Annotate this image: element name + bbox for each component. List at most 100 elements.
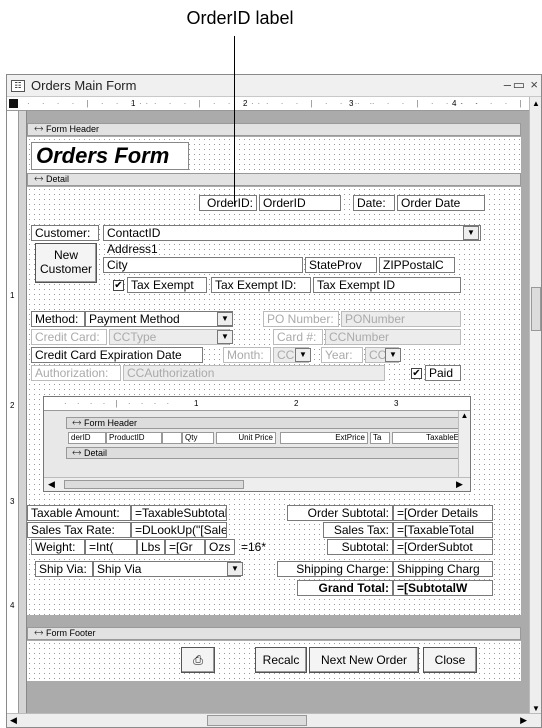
- subtotal-label[interactable]: Subtotal:: [327, 539, 393, 555]
- detail-band[interactable]: 🡘 Detail: [27, 173, 521, 186]
- horizontal-scroll-thumb[interactable]: [207, 715, 307, 726]
- form-horizontal-scrollbar[interactable]: ◀ ▶: [7, 713, 541, 727]
- subform-column-header[interactable]: derID: [68, 432, 106, 444]
- ship-via-label[interactable]: Ship Via:: [35, 561, 93, 577]
- po-number-field[interactable]: PONumber: [341, 311, 461, 327]
- date-field[interactable]: Order Date: [397, 195, 485, 211]
- authorization-label[interactable]: Authorization:: [31, 365, 121, 381]
- month-label[interactable]: Month:: [223, 347, 271, 363]
- order-subtotal-field[interactable]: =[Order Details: [393, 505, 493, 521]
- credit-card-field[interactable]: CCType: [109, 329, 229, 345]
- grams-field[interactable]: =[Gr: [165, 539, 205, 555]
- city-field[interactable]: City: [103, 257, 303, 273]
- next-new-order-button[interactable]: Next New Order: [309, 647, 419, 673]
- subform-column-header[interactable]: [162, 432, 182, 444]
- ship-via-field[interactable]: Ship Via: [93, 561, 241, 577]
- paid-checkbox[interactable]: ✔: [411, 368, 422, 379]
- grand-total-label[interactable]: Grand Total:: [297, 580, 393, 596]
- subform-header-label: Form Header: [83, 418, 137, 428]
- form-title[interactable]: Orders Form: [31, 142, 189, 170]
- po-number-label[interactable]: PO Number:: [263, 311, 339, 327]
- subtotal-field[interactable]: =[OrderSubtot: [393, 539, 493, 555]
- shipping-charge-label[interactable]: Shipping Charge:: [277, 561, 393, 577]
- form-header-band[interactable]: 🡘 Form Header: [27, 123, 521, 136]
- ship-via-dropdown-icon[interactable]: ▼: [227, 562, 243, 576]
- form-footer-band[interactable]: 🡘 Form Footer: [27, 627, 521, 640]
- order-subtotal-label[interactable]: Order Subtotal:: [287, 505, 393, 521]
- method-field[interactable]: Payment Method: [85, 311, 233, 327]
- credit-card-label[interactable]: Credit Card:: [31, 329, 107, 345]
- subform-detail-label: Detail: [83, 448, 107, 458]
- card-number-label[interactable]: Card #:: [273, 329, 323, 345]
- sales-tax-field[interactable]: =[TaxableTotal: [393, 522, 493, 538]
- vruler-mark: 3: [10, 497, 15, 506]
- weight-field[interactable]: =Int(: [85, 539, 137, 555]
- subform-vscroll[interactable]: ▲: [458, 411, 470, 477]
- subform-ruler-mark: 3: [394, 399, 399, 408]
- vruler-mark: 4: [10, 601, 15, 610]
- form-icon: ☷: [11, 79, 25, 92]
- window-title: Orders Main Form: [31, 78, 137, 93]
- ruler-mark: 3: [349, 99, 354, 108]
- card-number-field[interactable]: CCNumber: [325, 329, 461, 345]
- subform-column-header[interactable]: Unit Price: [216, 432, 276, 444]
- orderid-label[interactable]: OrderID:: [199, 195, 257, 211]
- grand-total-field[interactable]: =[SubtotalW: [393, 580, 493, 596]
- taxable-amount-label[interactable]: Taxable Amount:: [27, 505, 131, 521]
- vertical-scroll-thumb[interactable]: [531, 287, 541, 331]
- method-label[interactable]: Method:: [31, 311, 85, 327]
- authorization-field[interactable]: CCAuthorization: [123, 365, 385, 381]
- shipping-charge-field[interactable]: Shipping Charg: [393, 561, 493, 577]
- tax-exempt-label[interactable]: Tax Exempt: [127, 277, 207, 293]
- new-customer-button[interactable]: New Customer: [35, 243, 97, 283]
- minimize-button[interactable]: –: [504, 77, 511, 92]
- orderid-field[interactable]: OrderID: [259, 195, 341, 211]
- subform-column-header[interactable]: Ta: [370, 432, 390, 444]
- recalc-button[interactable]: Recalc: [255, 647, 307, 673]
- ozs-label[interactable]: Ozs: [205, 539, 235, 555]
- sales-tax-rate-label[interactable]: Sales Tax Rate:: [27, 522, 131, 538]
- subform-hscroll[interactable]: ◀ ▶: [44, 477, 470, 491]
- close-button[interactable]: Close: [423, 647, 477, 673]
- stateprov-field[interactable]: StateProv: [305, 257, 377, 273]
- subform-column-header[interactable]: ProductID: [106, 432, 162, 444]
- lbs-label[interactable]: Lbs: [137, 539, 165, 555]
- form-vertical-scrollbar[interactable]: ▲ ▼: [529, 97, 541, 715]
- subform-header-band[interactable]: 🡘 Form Header: [66, 417, 462, 429]
- credit-card-dropdown-icon[interactable]: ▼: [217, 330, 233, 344]
- paid-label[interactable]: Paid: [425, 365, 461, 381]
- cc-expiration-label[interactable]: Credit Card Expiration Date: [31, 347, 203, 363]
- ruler-mark: 1: [131, 99, 136, 108]
- subform-ruler: · · · · | · · · · 1 2 3: [44, 397, 470, 411]
- tax-exempt-id-field[interactable]: Tax Exempt ID: [313, 277, 461, 293]
- subform-detail-band[interactable]: 🡘 Detail: [66, 447, 462, 459]
- date-label[interactable]: Date:: [353, 195, 395, 211]
- print-button[interactable]: ⎙: [181, 647, 215, 673]
- year-dropdown-icon[interactable]: ▼: [385, 348, 401, 362]
- tax-exempt-checkbox[interactable]: ✔: [113, 280, 124, 291]
- contactid-dropdown-icon[interactable]: ▼: [463, 226, 479, 240]
- weight-label[interactable]: Weight:: [31, 539, 85, 555]
- month-dropdown-icon[interactable]: ▼: [295, 348, 311, 362]
- close-window-button[interactable]: ×: [530, 77, 538, 92]
- taxable-amount-field[interactable]: =TaxableSubtotal: [131, 505, 227, 521]
- year-label[interactable]: Year:: [321, 347, 363, 363]
- form-selector[interactable]: [9, 99, 18, 108]
- subform-column-header[interactable]: ExtPrice: [280, 432, 368, 444]
- tax-exempt-id-label[interactable]: Tax Exempt ID:: [211, 277, 311, 293]
- contactid-field[interactable]: ContactID: [103, 225, 481, 241]
- restore-button[interactable]: ▭: [513, 77, 525, 93]
- method-dropdown-icon[interactable]: ▼: [217, 312, 233, 326]
- order-details-subform[interactable]: · · · · | · · · · 1 2 3 🡘 Form Header de…: [43, 396, 471, 492]
- subform-column-header[interactable]: Qty: [182, 432, 214, 444]
- callout-line: [234, 36, 235, 206]
- sales-tax-label[interactable]: Sales Tax:: [323, 522, 393, 538]
- section-selector-strip[interactable]: [19, 111, 27, 714]
- sales-tax-rate-field[interactable]: =DLookUp("[SalesTaxRate]","TaxRates","[S…: [131, 522, 227, 538]
- sixteen-field[interactable]: =16*: [237, 539, 273, 555]
- address1-field[interactable]: Address1: [103, 241, 301, 257]
- customer-label[interactable]: Customer:: [31, 225, 99, 241]
- form-window: ☷ Orders Main Form – ▭ × · · · · | · · ·…: [6, 74, 542, 728]
- zip-field[interactable]: ZIPPostalC: [379, 257, 455, 273]
- subform-column-header[interactable]: TaxableE: [392, 432, 462, 444]
